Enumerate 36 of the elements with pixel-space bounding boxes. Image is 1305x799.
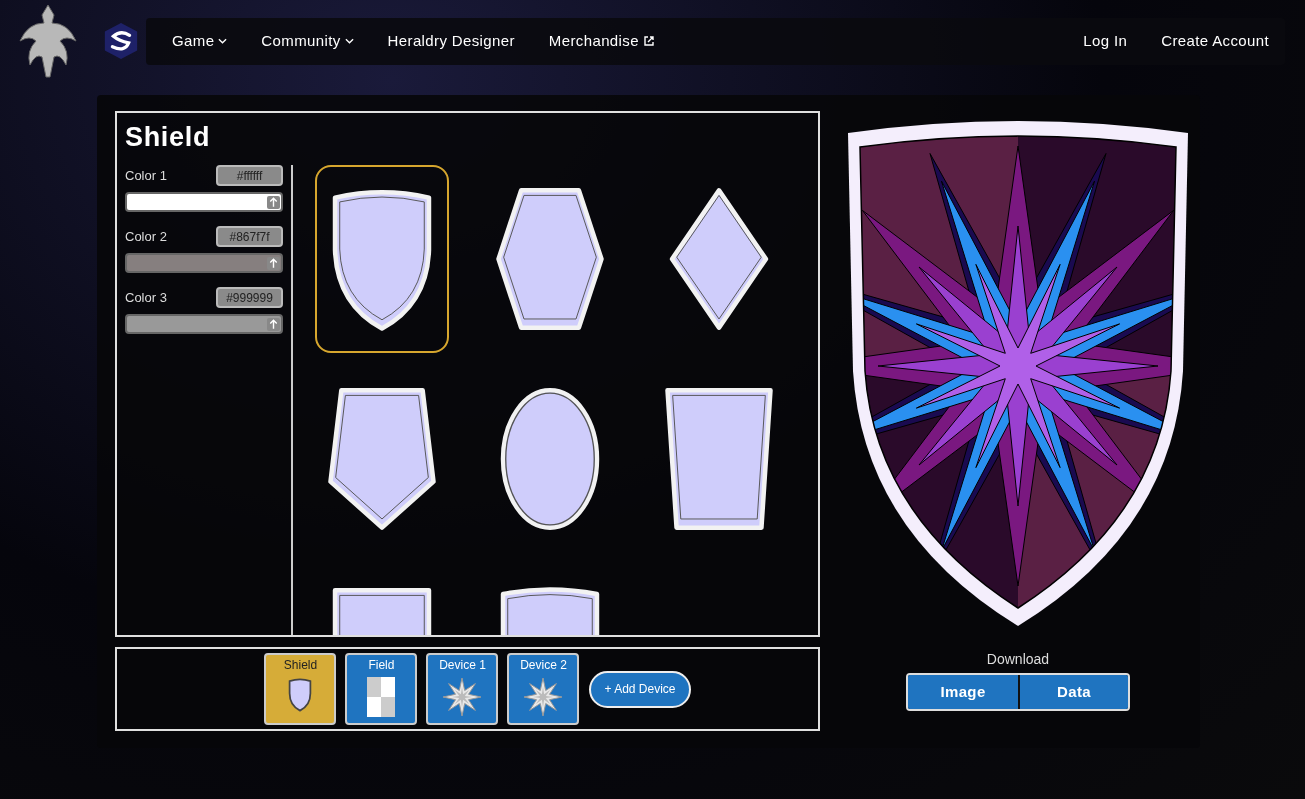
nav-link[interactable]: Community: [261, 29, 354, 53]
download-label: Download: [986, 650, 1050, 669]
download-button[interactable]: Data: [1018, 675, 1128, 709]
checkered-icon: [367, 677, 396, 717]
hex-input[interactable]: #ffffff: [216, 165, 283, 186]
arrow-up-icon: [267, 195, 280, 209]
color-label: Color 1: [125, 166, 167, 185]
color-picker[interactable]: [125, 314, 283, 334]
star-icon: [442, 677, 483, 717]
account-link[interactable]: Create Account: [1161, 29, 1269, 53]
download-button[interactable]: Image: [908, 675, 1018, 709]
layer-tab[interactable]: Field: [345, 653, 418, 725]
chevron-down-icon: [218, 38, 228, 44]
account-link[interactable]: Log In: [1083, 29, 1128, 53]
color-picker[interactable]: [125, 253, 283, 273]
chevron-down-icon: [344, 38, 354, 44]
hex-input[interactable]: #999999: [216, 287, 283, 308]
color-label: Color 3: [125, 288, 167, 307]
arrow-up-icon: [267, 317, 280, 331]
panel-title: Shield: [124, 121, 212, 154]
add-device-button[interactable]: + Add Device: [589, 670, 691, 708]
shield-icon: [287, 677, 314, 713]
external-link-icon: [642, 35, 655, 47]
shape-option[interactable]: [315, 165, 449, 353]
color-picker[interactable]: [125, 192, 283, 212]
arrow-up-icon: [267, 256, 280, 270]
layer-tab[interactable]: Shield: [264, 653, 337, 725]
layer-tab[interactable]: Device 2: [507, 653, 580, 725]
nav-link[interactable]: Game: [172, 29, 228, 53]
star-icon: [523, 677, 564, 717]
nav-link[interactable]: Merchandise: [548, 29, 655, 53]
s-logo-icon[interactable]: [102, 22, 140, 60]
hex-input[interactable]: #867f7f: [216, 226, 283, 247]
layer-tab[interactable]: Device 1: [426, 653, 499, 725]
color-label: Color 2: [125, 227, 167, 246]
nav-link[interactable]: Heraldry Designer: [387, 29, 515, 53]
